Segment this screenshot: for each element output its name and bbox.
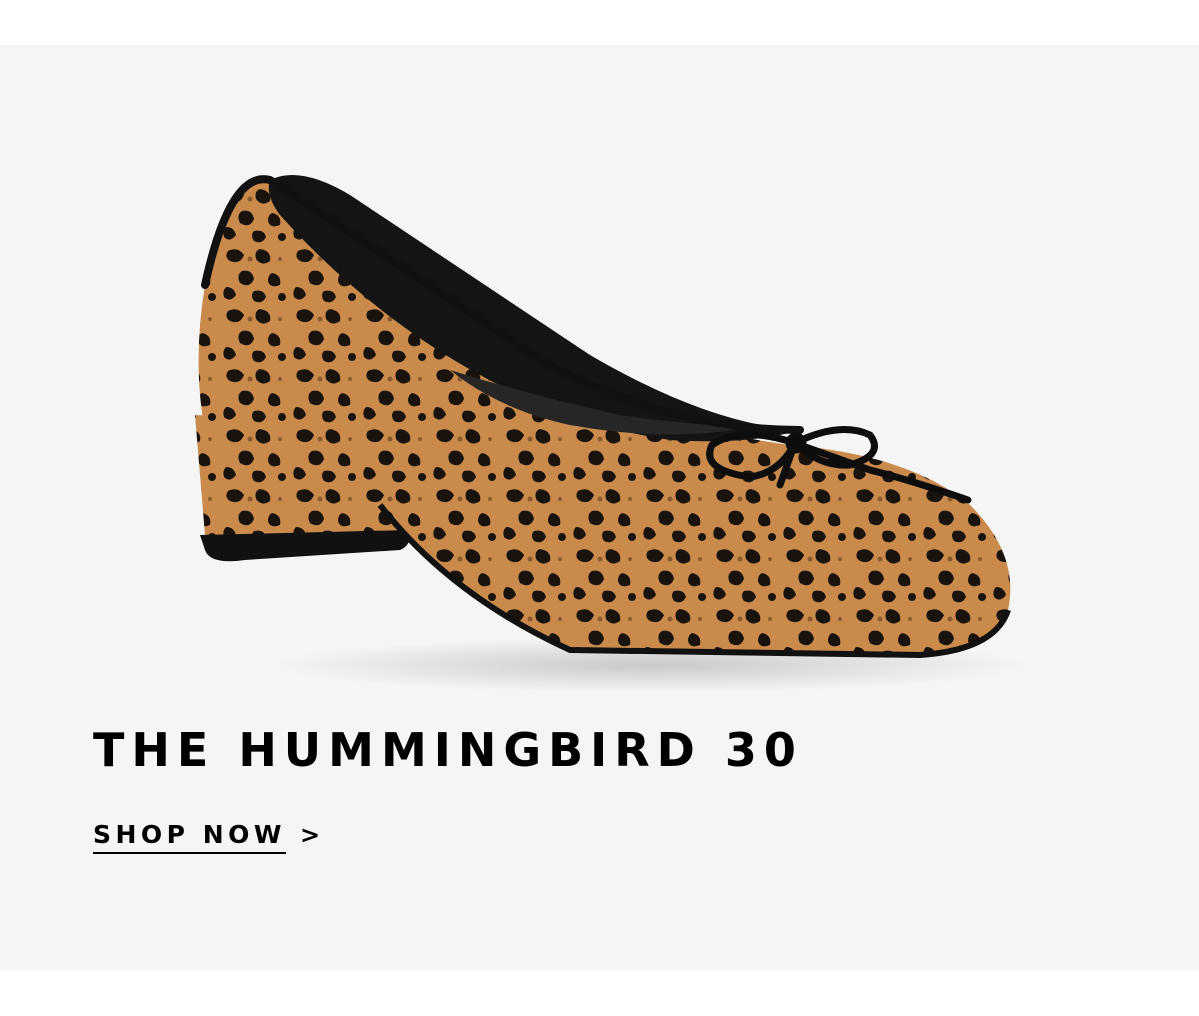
product-image-leopard-flat[interactable] [150,125,1050,725]
shop-now-label[interactable]: SHOP NOW [93,820,286,854]
shop-now-link[interactable]: SHOP NOW > [93,820,320,854]
product-title: THE HUMMINGBIRD 30 [93,723,803,777]
chevron-right-icon[interactable]: > [300,820,320,854]
promo-banner[interactable]: THE HUMMINGBIRD 30 SHOP NOW > [0,45,1199,970]
